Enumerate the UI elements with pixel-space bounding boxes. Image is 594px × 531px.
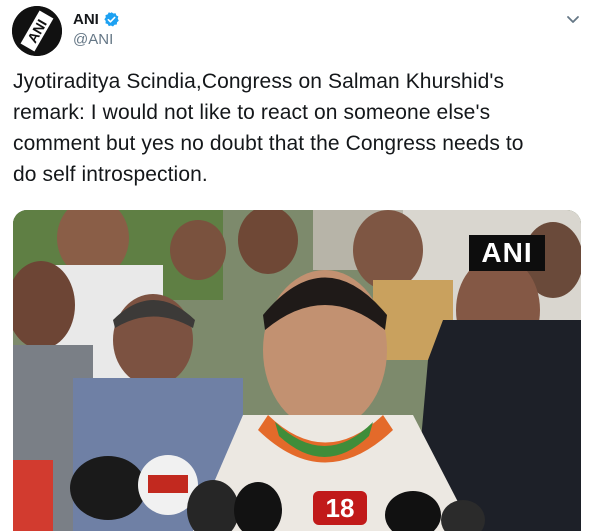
handle[interactable]: @ANI: [73, 31, 113, 48]
tweet-text-line: Jyotiraditya Scindia,Congress on Salman …: [13, 70, 505, 93]
name-row: ANI: [73, 9, 120, 29]
verified-badge-icon: [103, 11, 120, 28]
tweet-text-line: remark: I would not like to react on som…: [13, 101, 491, 124]
tweet-text-line: do self introspection.: [13, 163, 208, 186]
tweet-media-photo[interactable]: ANI 18: [13, 210, 581, 531]
tweet-text: Jyotiraditya Scindia,Congress on Salman …: [13, 66, 585, 190]
chevron-down-icon[interactable]: [564, 10, 582, 28]
tweet-header: ANI ANI @ANI: [0, 0, 594, 60]
mic-logo-18: 18: [313, 491, 367, 525]
ani-watermark: ANI: [469, 235, 545, 271]
avatar[interactable]: ANI: [12, 6, 62, 56]
tweet-text-line: comment but yes no doubt that the Congre…: [13, 132, 524, 155]
display-name[interactable]: ANI: [73, 11, 99, 28]
ani-logo: ANI: [12, 6, 62, 56]
